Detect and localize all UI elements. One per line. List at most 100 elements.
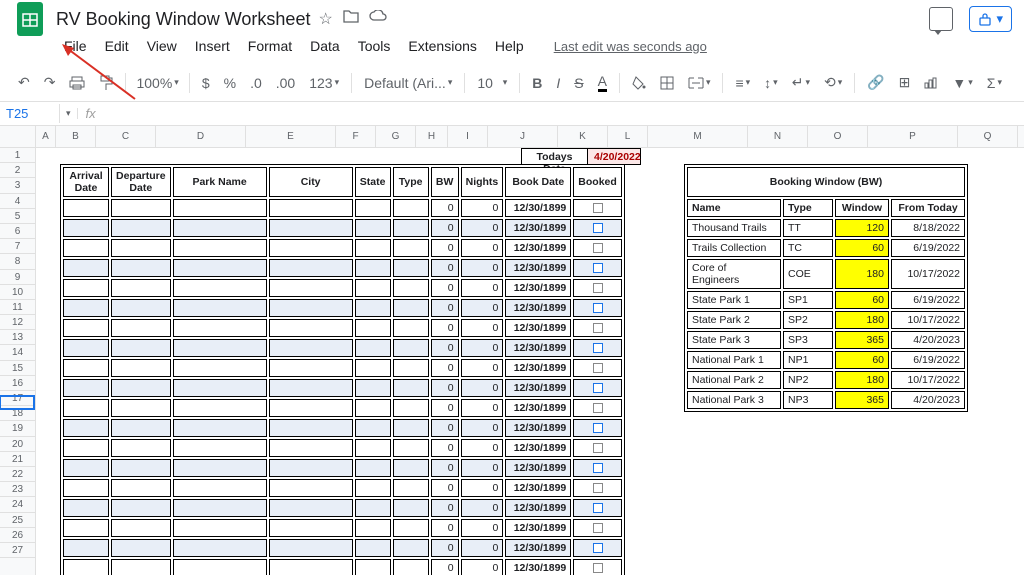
checkbox[interactable]: [593, 303, 603, 313]
table-row[interactable]: 0012/30/1899: [63, 279, 622, 297]
column-header[interactable]: M: [648, 126, 748, 147]
table-row[interactable]: 0012/30/1899: [63, 339, 622, 357]
bold-icon[interactable]: B: [526, 71, 548, 95]
checkbox[interactable]: [593, 343, 603, 353]
paint-format-icon[interactable]: [93, 71, 119, 95]
borders-icon[interactable]: [654, 72, 680, 94]
checkbox[interactable]: [593, 283, 603, 293]
todays-date-cell[interactable]: Todays Date 4/20/2022: [521, 148, 641, 165]
column-header[interactable]: L: [608, 126, 648, 147]
table-row[interactable]: 0012/30/1899: [63, 539, 622, 557]
table-row[interactable]: Core of EngineersCOE18010/17/2022: [687, 259, 965, 289]
comment-add-icon[interactable]: ⊞: [893, 70, 917, 95]
column-header[interactable]: C: [96, 126, 156, 147]
row-header[interactable]: 12: [0, 315, 35, 330]
row-header[interactable]: 4: [0, 194, 35, 209]
comments-icon[interactable]: [929, 7, 953, 31]
row-header[interactable]: 8: [0, 254, 35, 269]
redo-icon[interactable]: ↷: [38, 70, 62, 95]
fill-color-icon[interactable]: [626, 72, 652, 94]
table-row[interactable]: 0012/30/1899: [63, 259, 622, 277]
row-header[interactable]: 6: [0, 224, 35, 239]
table-row[interactable]: National Park 2NP218010/17/2022: [687, 371, 965, 389]
halign-icon[interactable]: ≡▾: [729, 71, 756, 95]
menu-tools[interactable]: Tools: [350, 34, 399, 58]
column-header[interactable]: J: [488, 126, 558, 147]
table-row[interactable]: 0012/30/1899: [63, 199, 622, 217]
row-header[interactable]: 9: [0, 270, 35, 285]
column-header[interactable]: G: [376, 126, 416, 147]
menu-view[interactable]: View: [139, 34, 185, 58]
table-row[interactable]: 0012/30/1899: [63, 439, 622, 457]
star-icon[interactable]: ☆: [318, 9, 332, 29]
checkbox[interactable]: [593, 463, 603, 473]
italic-icon[interactable]: I: [550, 71, 566, 95]
menu-help[interactable]: Help: [487, 34, 532, 58]
decrease-decimal-icon[interactable]: .0: [244, 71, 268, 95]
format-123-icon[interactable]: 123▾: [303, 71, 345, 95]
print-icon[interactable]: [63, 72, 91, 94]
checkbox[interactable]: [593, 443, 603, 453]
table-row[interactable]: State Park 3SP33654/20/2023: [687, 331, 965, 349]
rotate-icon[interactable]: ⟲▾: [818, 70, 848, 95]
row-header[interactable]: 1: [0, 148, 35, 163]
table-row[interactable]: 0012/30/1899: [63, 219, 622, 237]
row-header[interactable]: 27: [0, 543, 35, 558]
checkbox[interactable]: [593, 383, 603, 393]
table-row[interactable]: National Park 3NP33654/20/2023: [687, 391, 965, 409]
column-header[interactable]: A: [36, 126, 56, 147]
row-header[interactable]: 15: [0, 361, 35, 376]
checkbox[interactable]: [593, 483, 603, 493]
percent-icon[interactable]: %: [218, 71, 242, 95]
table-row[interactable]: Thousand TrailsTT1208/18/2022: [687, 219, 965, 237]
checkbox[interactable]: [593, 503, 603, 513]
functions-icon[interactable]: Σ▾: [981, 71, 1008, 95]
column-header[interactable]: I: [448, 126, 488, 147]
sheets-logo[interactable]: [12, 1, 48, 37]
row-header[interactable]: 16: [0, 376, 35, 391]
checkbox[interactable]: [593, 563, 603, 573]
column-header[interactable]: Q: [958, 126, 1018, 147]
checkbox[interactable]: [593, 403, 603, 413]
table-row[interactable]: 0012/30/1899: [63, 359, 622, 377]
checkbox[interactable]: [593, 543, 603, 553]
table-row[interactable]: 0012/30/1899: [63, 319, 622, 337]
row-header[interactable]: 2: [0, 163, 35, 178]
row-header[interactable]: 23: [0, 482, 35, 497]
column-header[interactable]: K: [558, 126, 608, 147]
row-header[interactable]: 21: [0, 452, 35, 467]
table-row[interactable]: 0012/30/1899: [63, 299, 622, 317]
table-row[interactable]: National Park 1NP1606/19/2022: [687, 351, 965, 369]
table-row[interactable]: 0012/30/1899: [63, 479, 622, 497]
column-header[interactable]: O: [808, 126, 868, 147]
table-row[interactable]: State Park 2SP218010/17/2022: [687, 311, 965, 329]
main-booking-table[interactable]: Arrival DateDeparture DatePark NameCityS…: [60, 164, 625, 575]
cloud-icon[interactable]: [369, 9, 387, 29]
row-header[interactable]: 19: [0, 421, 35, 436]
zoom-select[interactable]: 100%▾: [132, 75, 182, 91]
checkbox[interactable]: [593, 223, 603, 233]
checkbox[interactable]: [593, 263, 603, 273]
row-header[interactable]: 25: [0, 513, 35, 528]
menu-data[interactable]: Data: [302, 34, 348, 58]
menu-edit[interactable]: Edit: [97, 34, 137, 58]
column-header[interactable]: F: [336, 126, 376, 147]
document-title[interactable]: RV Booking Window Worksheet: [56, 9, 310, 30]
share-button[interactable]: ▾: [969, 6, 1012, 32]
select-all-corner[interactable]: [0, 126, 35, 148]
menu-insert[interactable]: Insert: [187, 34, 238, 58]
table-row[interactable]: Trails CollectionTC606/19/2022: [687, 239, 965, 257]
chart-icon[interactable]: [918, 73, 944, 93]
column-header[interactable]: D: [156, 126, 246, 147]
strike-icon[interactable]: S: [568, 71, 589, 95]
column-header[interactable]: E: [246, 126, 336, 147]
text-color-icon[interactable]: A: [592, 69, 613, 96]
font-select[interactable]: Default (Ari...▾: [358, 71, 458, 95]
undo-icon[interactable]: ↶: [12, 70, 36, 95]
row-header[interactable]: 13: [0, 330, 35, 345]
row-header[interactable]: 26: [0, 528, 35, 543]
wrap-icon[interactable]: ↵▾: [786, 70, 816, 95]
checkbox[interactable]: [593, 243, 603, 253]
currency-icon[interactable]: $: [196, 71, 216, 95]
row-header[interactable]: 3: [0, 178, 35, 193]
